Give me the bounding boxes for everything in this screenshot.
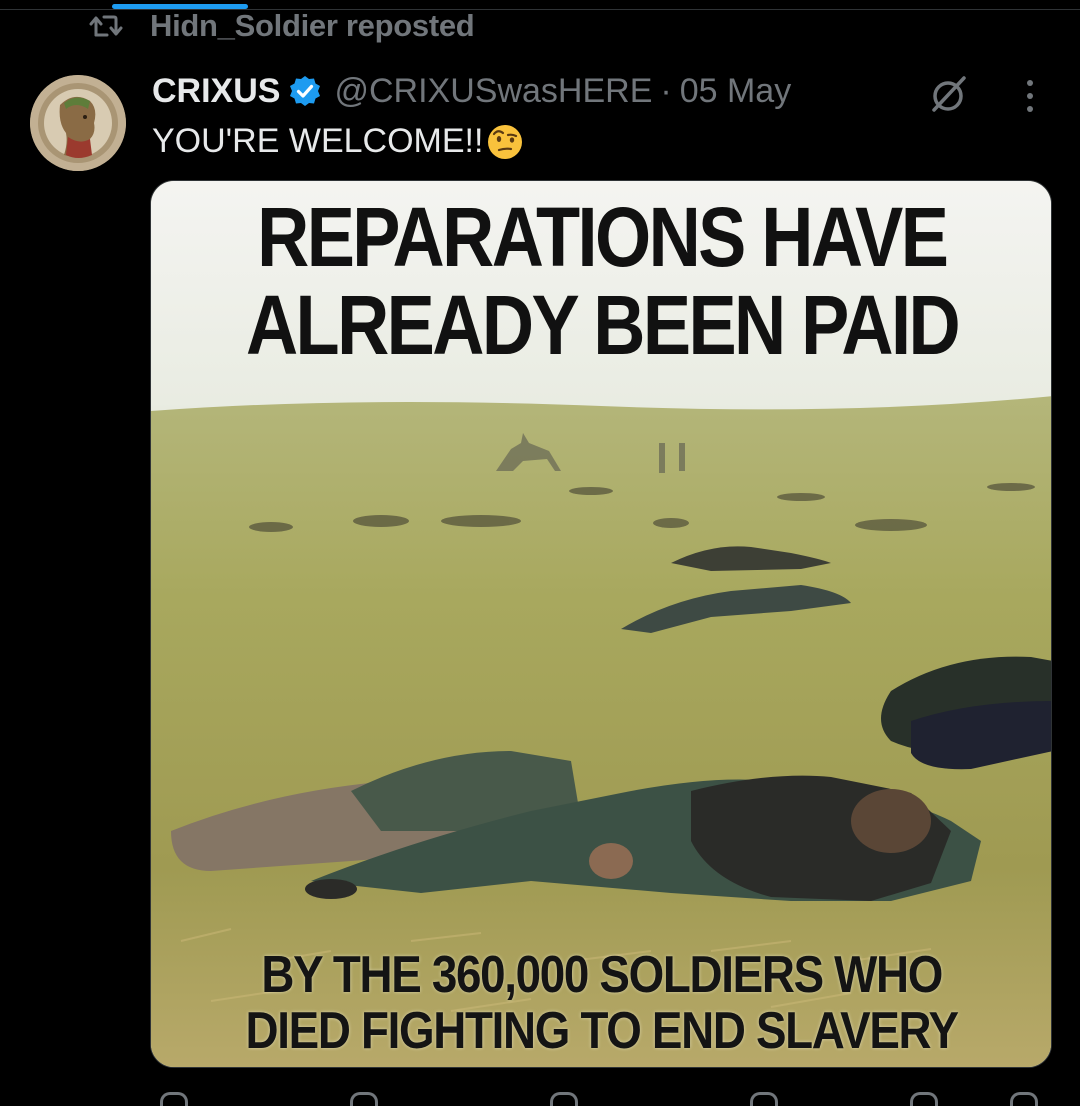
author-handle[interactable]: @CRIXUSwasHERE: [334, 72, 652, 111]
tweet-body: YOU'RE WELCOME!!: [152, 121, 484, 160]
reply-icon[interactable]: [160, 1092, 188, 1106]
like-icon[interactable]: [550, 1092, 578, 1106]
meme-headline-line-1: REPARATIONS HAVE: [257, 190, 949, 284]
separator-dot: ·: [660, 71, 672, 110]
bookmark-icon[interactable]: [910, 1092, 938, 1106]
avatar[interactable]: [30, 75, 126, 171]
tweet-text: YOU'RE WELCOME!!: [152, 118, 525, 164]
repost-context[interactable]: Hidn_Soldier reposted: [88, 8, 475, 44]
tweet-media-image[interactable]: REPARATIONS HAVE ALREADY BEEN PAID BY TH…: [150, 180, 1052, 1068]
retweet-icon[interactable]: [350, 1092, 378, 1106]
share-icon[interactable]: [1010, 1092, 1038, 1106]
repost-icon: [88, 11, 124, 41]
meme-headline: REPARATIONS HAVE ALREADY BEEN PAID: [151, 181, 1051, 381]
more-options-icon[interactable]: [1016, 76, 1044, 116]
views-icon[interactable]: [750, 1092, 778, 1106]
meme-caption-line-2: DIED FIGHTING TO END SLAVERY: [245, 1002, 960, 1060]
tweet-date[interactable]: 05 May: [680, 72, 792, 111]
meme-headline-line-2: ALREADY BEEN PAID: [245, 278, 961, 372]
face-with-raised-eyebrow-emoji: [485, 121, 525, 161]
tweet-action-bar: [150, 1082, 1052, 1106]
repost-label[interactable]: Hidn_Soldier reposted: [150, 8, 475, 44]
tweet-header: CRIXUS @CRIXUSwasHERE · 05 May: [152, 68, 791, 114]
author-name[interactable]: CRIXUS: [152, 72, 280, 111]
verified-badge-icon[interactable]: [288, 74, 322, 108]
meme-caption: BY THE 360,000 SOLDIERS WHO DIED FIGHTIN…: [151, 943, 1051, 1063]
meme-caption-line-1: BY THE 360,000 SOLDIERS WHO: [261, 946, 944, 1004]
grok-icon[interactable]: [928, 74, 970, 116]
coin-portrait-icon: [30, 75, 126, 171]
